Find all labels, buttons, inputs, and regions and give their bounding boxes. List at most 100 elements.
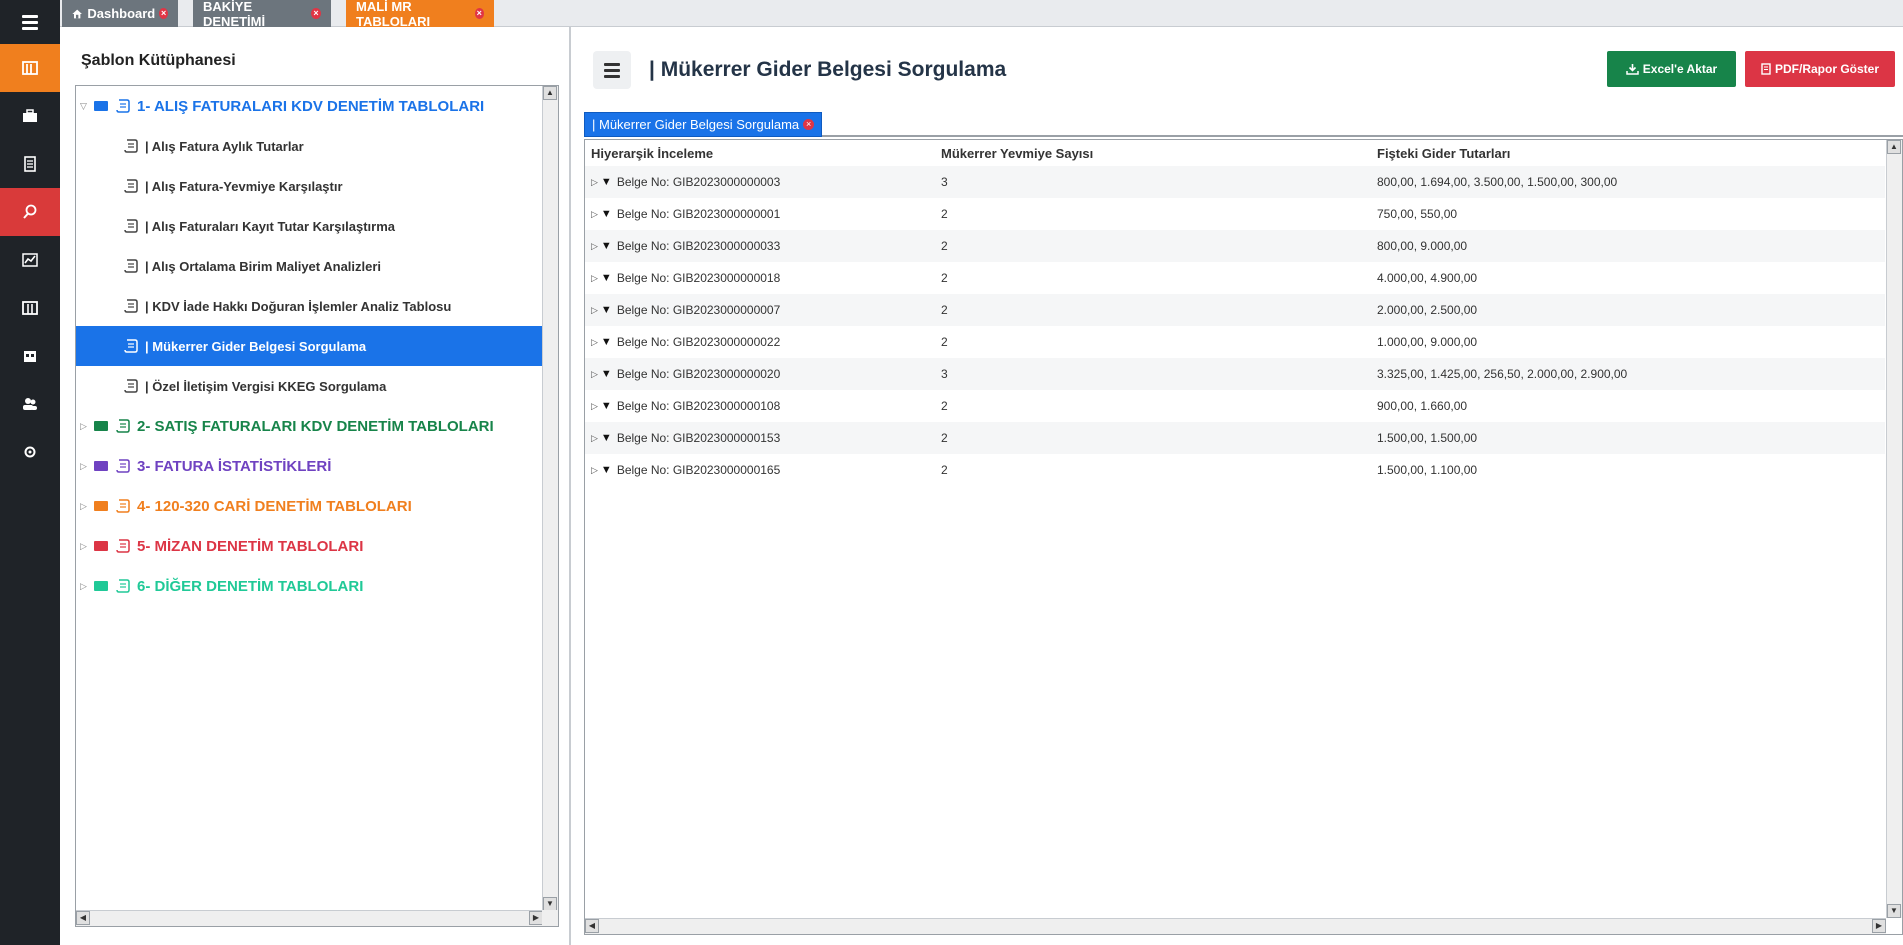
tree-item-alis-aylik[interactable]: | Alış Fatura Aylık Tutarlar [76, 126, 543, 166]
table-row[interactable]: ▷ ▼ Belge No: GIB2023000000001 2 750,00, 550… [585, 198, 1885, 230]
close-icon[interactable]: × [159, 8, 168, 19]
table-row[interactable]: ▷ ▼ Belge No: GIB2023000000153 2 1.500,00, 1… [585, 422, 1885, 454]
rail-item-reports[interactable] [0, 332, 60, 380]
table-row[interactable]: ▷ ▼ Belge No: GIB2023000000022 2 1.000,00, 9… [585, 326, 1885, 358]
tree-category-diger[interactable]: ▷ 6- DİĞER DENETİM TABLOLARI [76, 566, 543, 606]
sort-down-icon[interactable]: ▼ [601, 208, 612, 220]
scroll-up-icon[interactable]: ▲ [543, 86, 557, 100]
page-title: | Mükerrer Gider Belgesi Sorgulama [649, 58, 1007, 81]
tree-category-satis[interactable]: ▷ 2- SATIŞ FATURALARI KDV DENETİM TABLOL… [76, 406, 543, 446]
table-row[interactable]: ▷ ▼ Belge No: GIB2023000000018 2 4.000,00, 4… [585, 262, 1885, 294]
tree-item-mukerrer-gider[interactable]: | Mükerrer Gider Belgesi Sorgulama [76, 326, 543, 366]
rail-item-settings[interactable] [0, 428, 60, 476]
expand-arrow-icon[interactable]: ▷ [591, 401, 598, 412]
document-number: Belge No: GIB2023000000020 [616, 367, 781, 381]
scroll-right-icon[interactable]: ▶ [529, 911, 543, 925]
expand-arrow-icon[interactable]: ▷ [591, 433, 598, 444]
column-header-hierarchy[interactable]: Hiyerarşik İnceleme [591, 140, 713, 166]
scroll-down-icon[interactable]: ▼ [1887, 904, 1901, 918]
tree-item-kdv-iade[interactable]: | KDV İade Hakkı Doğuran İşlemler Analiz… [76, 286, 543, 326]
close-icon[interactable]: × [311, 8, 321, 19]
tab-mukerrer-gider[interactable]: | Mükerrer Gider Belgesi Sorgulama × [584, 112, 823, 137]
sort-down-icon[interactable]: ▼ [601, 272, 612, 284]
sort-down-icon[interactable]: ▼ [601, 304, 612, 316]
sort-down-icon[interactable]: ▼ [601, 400, 612, 412]
tree-item-alis-ortalama[interactable]: | Alış Ortalama Birim Maliyet Analizleri [76, 246, 543, 286]
sort-down-icon[interactable]: ▼ [601, 368, 612, 380]
scroll-left-icon[interactable]: ◀ [585, 919, 599, 933]
collapsed-arrow-icon: ▷ [80, 500, 87, 511]
expand-arrow-icon[interactable]: ▷ [591, 209, 598, 220]
scroll-down-icon[interactable]: ▼ [543, 897, 557, 911]
rail-item-search[interactable] [0, 188, 60, 236]
table-row[interactable]: ▷ ▼ Belge No: GIB2023000000020 3 3.325,00, 1… [585, 358, 1885, 390]
close-icon[interactable]: × [803, 119, 815, 130]
rail-item-library[interactable] [0, 44, 60, 92]
tree-category-cari[interactable]: ▷ 4- 120-320 CARİ DENETİM TABLOLARI [76, 486, 543, 526]
row-hierarchy-cell[interactable]: ▷ ▼ Belge No: GIB2023000000018 [591, 262, 780, 294]
expand-arrow-icon[interactable]: ▷ [591, 273, 598, 284]
row-hierarchy-cell[interactable]: ▷ ▼ Belge No: GIB2023000000003 [591, 166, 780, 198]
tree-category-label: 5- MİZAN DENETİM TABLOLARI [137, 537, 364, 555]
tree-horizontal-scrollbar[interactable]: ◀ ▶ [76, 910, 543, 926]
panel-menu-button[interactable] [593, 51, 631, 89]
sort-down-icon[interactable]: ▼ [601, 464, 612, 476]
tree-item-alis-yevmiye[interactable]: | Alış Fatura-Yevmiye Karşılaştır [76, 166, 543, 206]
sort-down-icon[interactable]: ▼ [601, 336, 612, 348]
column-header-count[interactable]: Mükerrer Yevmiye Sayısı [941, 140, 1093, 166]
row-hierarchy-cell[interactable]: ▷ ▼ Belge No: GIB2023000000165 [591, 454, 780, 486]
table-row[interactable]: ▷ ▼ Belge No: GIB2023000000165 2 1.500,00, 1… [585, 454, 1885, 486]
row-hierarchy-cell[interactable]: ▷ ▼ Belge No: GIB2023000000022 [591, 326, 780, 358]
document-number: Belge No: GIB2023000000001 [616, 207, 781, 221]
grid-horizontal-scrollbar[interactable]: ◀ ▶ [585, 918, 1886, 934]
expand-arrow-icon[interactable]: ▷ [591, 177, 598, 188]
table-row[interactable]: ▷ ▼ Belge No: GIB2023000000003 3 800,00, 1.6… [585, 166, 1885, 198]
row-hierarchy-cell[interactable]: ▷ ▼ Belge No: GIB2023000000001 [591, 198, 780, 230]
row-hierarchy-cell[interactable]: ▷ ▼ Belge No: GIB2023000000033 [591, 230, 780, 262]
row-hierarchy-cell[interactable]: ▷ ▼ Belge No: GIB2023000000108 [591, 390, 780, 422]
tab-mali-mr-tablolari[interactable]: MALİ MR TABLOLARI × [346, 0, 494, 29]
menu-toggle-button[interactable] [0, 0, 60, 44]
tree-category-mizan[interactable]: ▷ 5- MİZAN DENETİM TABLOLARI [76, 526, 543, 566]
row-count-cell: 3 [941, 175, 948, 189]
tree-item-ozel-iletisim[interactable]: | Özel İletişim Vergisi KKEG Sorgulama [76, 366, 543, 406]
table-row[interactable]: ▷ ▼ Belge No: GIB2023000000007 2 2.000,00, 2… [585, 294, 1885, 326]
scroll-left-icon[interactable]: ◀ [76, 911, 90, 925]
scroll-right-icon[interactable]: ▶ [1872, 919, 1886, 933]
rail-item-columns[interactable] [0, 284, 60, 332]
tree-vertical-scrollbar[interactable]: ▲ ▼ [542, 86, 558, 911]
table-row[interactable]: ▷ ▼ Belge No: GIB2023000000033 2 800,00, 9.0… [585, 230, 1885, 262]
export-excel-button[interactable]: Excel'e Aktar [1607, 51, 1736, 87]
sort-down-icon[interactable]: ▼ [601, 240, 612, 252]
rail-item-analytics[interactable] [0, 236, 60, 284]
rail-item-users[interactable] [0, 380, 60, 428]
tab-dashboard[interactable]: Dashboard × [62, 0, 178, 27]
table-row[interactable]: ▷ ▼ Belge No: GIB2023000000108 2 900,00, 1.6… [585, 390, 1885, 422]
folder-icon [94, 421, 108, 431]
expand-arrow-icon[interactable]: ▷ [591, 337, 598, 348]
app-window: Dashboard × BAKİYE DENETİMİ × MALİ MR TA… [0, 0, 1903, 945]
scroll-icon [124, 339, 138, 353]
rail-item-document[interactable] [0, 140, 60, 188]
close-icon[interactable]: × [474, 8, 484, 19]
sort-down-icon[interactable]: ▼ [601, 432, 612, 444]
expand-arrow-icon[interactable]: ▷ [591, 369, 598, 380]
expand-arrow-icon[interactable]: ▷ [591, 305, 598, 316]
rail-item-briefcase[interactable] [0, 92, 60, 140]
expand-arrow-icon[interactable]: ▷ [591, 241, 598, 252]
tree-category-fatura-istatistik[interactable]: ▷ 3- FATURA İSTATİSTİKLERİ [76, 446, 543, 486]
tree-category-label: 1- ALIŞ FATURALARI KDV DENETİM TABLOLARI [137, 97, 485, 115]
row-hierarchy-cell[interactable]: ▷ ▼ Belge No: GIB2023000000007 [591, 294, 780, 326]
tab-bakiye-denetimi[interactable]: BAKİYE DENETİMİ × [193, 0, 331, 29]
pdf-report-button[interactable]: PDF/Rapor Göster [1745, 51, 1895, 87]
scroll-icon [116, 459, 130, 473]
sort-down-icon[interactable]: ▼ [601, 176, 612, 188]
grid-vertical-scrollbar[interactable]: ▲ ▼ [1886, 140, 1902, 918]
column-header-amounts[interactable]: Fişteki Gider Tutarları [1377, 140, 1510, 166]
tree-item-alis-kayit[interactable]: | Alış Faturaları Kayıt Tutar Karşılaştı… [76, 206, 543, 246]
row-hierarchy-cell[interactable]: ▷ ▼ Belge No: GIB2023000000153 [591, 422, 780, 454]
row-hierarchy-cell[interactable]: ▷ ▼ Belge No: GIB2023000000020 [591, 358, 780, 390]
tree-category-alis[interactable]: ▽ 1- ALIŞ FATURALARI KDV DENETİM TABLOLA… [76, 86, 543, 126]
scroll-up-icon[interactable]: ▲ [1887, 140, 1901, 154]
expand-arrow-icon[interactable]: ▷ [591, 465, 598, 476]
